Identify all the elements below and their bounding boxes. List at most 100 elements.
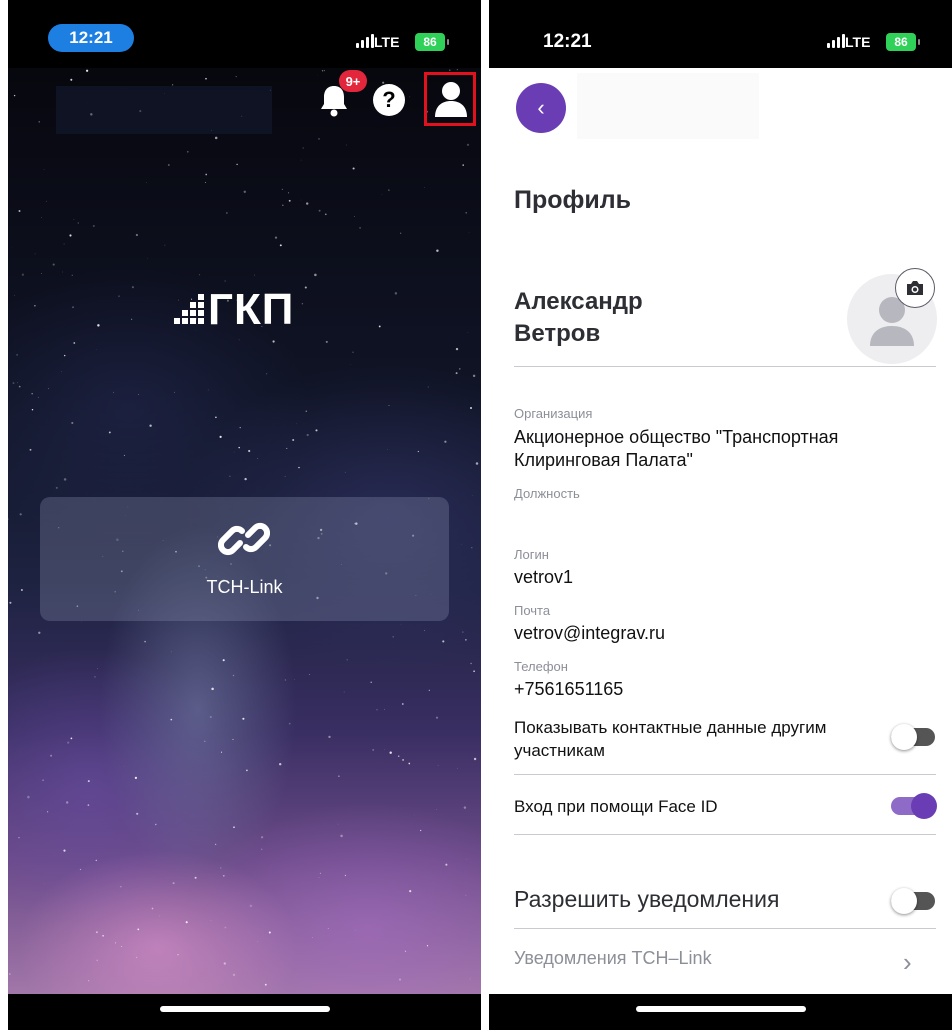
star [475, 462, 479, 465]
star [352, 351, 354, 353]
star [318, 209, 321, 212]
star [437, 765, 439, 766]
star [18, 385, 21, 388]
star [286, 447, 288, 449]
star [444, 440, 447, 443]
organization-value: Акционерное общество "Транспортная Клири… [514, 427, 839, 470]
star [9, 601, 12, 604]
star [31, 393, 33, 395]
back-button[interactable]: ‹ [516, 83, 566, 133]
star [284, 679, 287, 681]
star [445, 863, 448, 866]
page-title: Профиль [514, 186, 632, 214]
star [96, 959, 98, 961]
home-indicator[interactable] [635, 1006, 806, 1012]
star [281, 188, 284, 190]
star [204, 740, 206, 742]
star [384, 708, 385, 710]
star [210, 920, 212, 921]
user-first-name: Александр [514, 288, 643, 315]
toggle-knob [911, 793, 937, 819]
star [158, 915, 160, 917]
profile-button[interactable] [424, 72, 476, 126]
position-label: Должность [514, 486, 580, 501]
star [306, 202, 309, 205]
star [325, 340, 328, 343]
star [131, 318, 133, 320]
star [314, 273, 317, 277]
star [449, 69, 451, 71]
star [8, 518, 9, 520]
star [260, 836, 264, 839]
star [232, 738, 234, 740]
star [38, 121, 40, 123]
star [244, 477, 247, 481]
star [131, 286, 134, 289]
star [155, 823, 157, 826]
profile-screen: 12:21 LTE 86 ‹ Профиль Александр Ветров [489, 0, 952, 1030]
star [64, 354, 66, 357]
star [466, 143, 470, 146]
star [207, 389, 209, 391]
profile-icon [435, 82, 467, 117]
star [239, 427, 241, 429]
show-contacts-toggle[interactable] [891, 724, 935, 750]
star [344, 874, 346, 877]
star [442, 640, 445, 643]
star [436, 249, 439, 252]
tch-link-tile[interactable]: TCH-Link [40, 497, 449, 621]
star [470, 662, 472, 665]
star [29, 448, 32, 451]
star [400, 232, 402, 234]
star [14, 294, 15, 296]
star [426, 945, 429, 947]
star [459, 368, 461, 370]
signal-icon [827, 34, 845, 48]
star [205, 77, 207, 80]
star [465, 211, 468, 214]
star [398, 978, 402, 981]
change-photo-button[interactable] [895, 268, 935, 308]
star [8, 973, 11, 975]
star [404, 950, 407, 952]
status-time[interactable]: 12:21 [48, 24, 134, 52]
star [473, 757, 477, 761]
star [242, 717, 245, 720]
star [279, 763, 282, 766]
star [77, 222, 79, 224]
star [238, 339, 240, 341]
star [63, 243, 65, 245]
star [296, 423, 297, 425]
star [113, 391, 115, 393]
star [194, 876, 197, 879]
star [13, 94, 16, 97]
link-icon [218, 522, 270, 556]
help-button[interactable]: ? [373, 84, 405, 116]
star [18, 210, 21, 212]
home-indicator-area [489, 994, 952, 1030]
phone-label: Телефон [514, 659, 568, 674]
star [238, 446, 240, 449]
star [222, 659, 225, 662]
star [48, 388, 49, 390]
allow-notifications-toggle[interactable] [891, 888, 935, 914]
chevron-right-icon[interactable]: › [903, 947, 912, 978]
star [288, 192, 290, 194]
face-id-label: Вход при помощи Face ID [514, 797, 718, 816]
star [151, 907, 154, 910]
toggle-knob [891, 724, 917, 750]
star [408, 762, 411, 765]
star [174, 391, 175, 393]
star [324, 213, 327, 216]
star [72, 306, 74, 309]
star [220, 867, 222, 869]
star [305, 410, 307, 412]
face-id-toggle[interactable] [891, 793, 937, 819]
star [246, 769, 248, 772]
star [338, 775, 340, 777]
star [63, 849, 66, 852]
star [102, 934, 104, 937]
star [414, 814, 416, 816]
tch-link-notifications-item[interactable]: Уведомления TCH–Link [514, 948, 712, 969]
home-indicator[interactable] [159, 1006, 330, 1012]
